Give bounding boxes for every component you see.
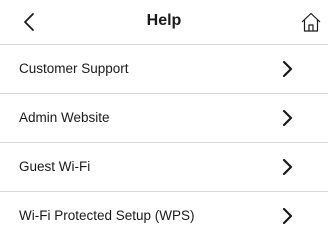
home-button[interactable] bbox=[299, 10, 323, 34]
chevron-right-icon bbox=[282, 158, 293, 176]
menu-item-admin-website[interactable]: Admin Website bbox=[0, 94, 328, 143]
menu-item-label: Guest Wi-Fi bbox=[19, 159, 91, 174]
menu-item-label: Admin Website bbox=[19, 110, 110, 125]
menu-item-label: Customer Support bbox=[19, 61, 129, 76]
chevron-right-icon bbox=[282, 109, 293, 127]
help-menu-list: Customer Support Admin Website Guest Wi-… bbox=[0, 45, 328, 240]
chevron-right-icon bbox=[282, 60, 293, 78]
menu-item-guest-wifi[interactable]: Guest Wi-Fi bbox=[0, 143, 328, 192]
menu-item-customer-support[interactable]: Customer Support bbox=[0, 45, 328, 94]
chevron-right-icon bbox=[282, 207, 293, 225]
home-icon bbox=[301, 12, 321, 32]
menu-item-wps[interactable]: Wi-Fi Protected Setup (WPS) bbox=[0, 192, 328, 240]
page-title: Help bbox=[146, 12, 182, 29]
menu-item-label: Wi-Fi Protected Setup (WPS) bbox=[19, 208, 195, 223]
help-screen: Help Customer Support Admin Website Gues… bbox=[0, 0, 328, 251]
header-bar: Help bbox=[0, 0, 328, 45]
